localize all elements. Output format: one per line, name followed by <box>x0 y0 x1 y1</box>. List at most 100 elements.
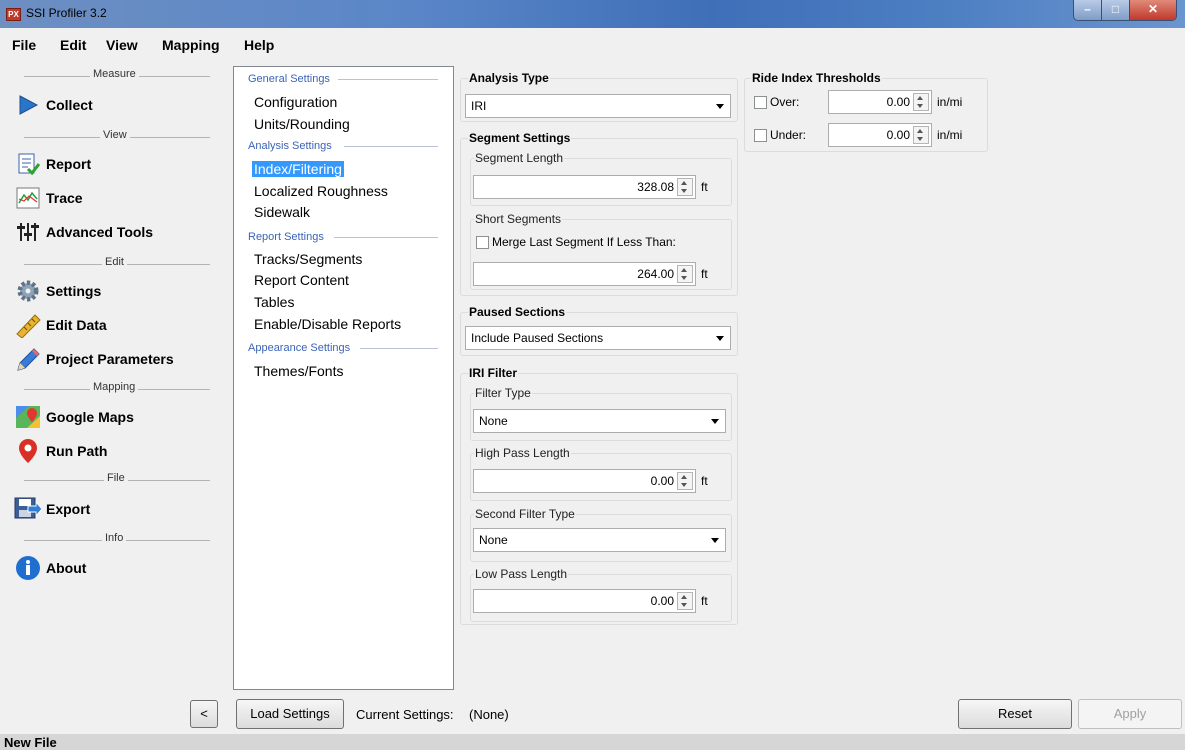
group-general-settings: General Settings <box>248 73 330 85</box>
window-controls: – □ ✕ <box>1073 0 1177 21</box>
segment-settings-title: Segment Settings <box>468 131 572 145</box>
nav-export[interactable]: Export <box>14 496 90 522</box>
over-threshold-input[interactable]: 0.00 <box>828 90 932 114</box>
section-mapping: Mapping <box>90 381 139 393</box>
nav-edit-data[interactable]: Edit Data <box>14 312 107 338</box>
analysis-type-value: IRI <box>471 99 487 113</box>
nav-collect[interactable]: Collect <box>14 92 93 118</box>
menu-edit[interactable]: Edit <box>60 37 86 53</box>
minimize-button[interactable]: – <box>1074 0 1102 20</box>
app-icon: PX <box>6 8 21 21</box>
second-filter-label: Second Filter Type <box>474 507 576 521</box>
chevron-down-icon <box>711 538 719 543</box>
group-appearance-settings: Appearance Settings <box>248 342 351 354</box>
current-settings-value: (None) <box>469 707 509 722</box>
section-file: File <box>104 472 128 484</box>
segment-length-input[interactable]: 328.08 <box>473 175 696 199</box>
pencil-icon <box>14 346 42 372</box>
menu-file[interactable]: File <box>12 37 36 53</box>
group-divider <box>360 348 438 349</box>
list-item-sidewalk[interactable]: Sidewalk <box>254 204 310 220</box>
high-pass-input[interactable]: 0.00 <box>473 469 696 493</box>
group-report-settings: Report Settings <box>248 231 324 243</box>
under-threshold-checkbox[interactable] <box>754 129 767 142</box>
nav-label: Advanced Tools <box>46 224 154 240</box>
nav-label: Edit Data <box>46 317 107 333</box>
spinner-arrows-icon[interactable] <box>677 265 693 283</box>
spinner-arrows-icon[interactable] <box>913 93 929 111</box>
spinner-arrows-icon[interactable] <box>677 592 693 610</box>
nav-run-path[interactable]: Run Path <box>14 438 107 464</box>
nav-label: Google Maps <box>46 409 134 425</box>
filter-type-dropdown[interactable]: None <box>473 409 726 433</box>
spinner-arrows-icon[interactable] <box>677 472 693 490</box>
spinner-arrows-icon[interactable] <box>677 178 693 196</box>
menu-help[interactable]: Help <box>244 37 274 53</box>
status-bar: New File <box>0 734 1185 750</box>
nav-report[interactable]: Report <box>14 151 91 177</box>
high-pass-value: 0.00 <box>650 474 674 488</box>
group-divider <box>338 79 438 80</box>
list-item-tracks-segments[interactable]: Tracks/Segments <box>254 251 362 267</box>
merge-segment-checkbox[interactable] <box>476 236 489 249</box>
ruler-icon <box>14 312 42 338</box>
low-pass-value: 0.00 <box>650 594 674 608</box>
trace-icon <box>14 185 42 211</box>
section-view: View <box>100 129 130 141</box>
merge-threshold-value: 264.00 <box>637 267 674 281</box>
analysis-type-dropdown[interactable]: IRI <box>465 94 731 118</box>
close-button[interactable]: ✕ <box>1130 0 1176 20</box>
nav-label: About <box>46 560 87 576</box>
apply-button[interactable]: Apply <box>1078 699 1182 729</box>
over-threshold-checkbox[interactable] <box>754 96 767 109</box>
menu-mapping[interactable]: Mapping <box>162 37 220 53</box>
low-pass-label: Low Pass Length <box>474 567 569 581</box>
list-item-index-filtering[interactable]: Index/Filtering <box>252 161 344 177</box>
map-icon <box>14 404 42 430</box>
menu-view[interactable]: View <box>106 37 138 53</box>
merge-threshold-unit: ft <box>701 267 708 281</box>
gear-icon <box>14 278 42 304</box>
current-settings-label: Current Settings: <box>356 707 454 722</box>
collapse-nav-button[interactable]: < <box>190 700 218 728</box>
list-item-tables[interactable]: Tables <box>254 294 294 310</box>
spinner-arrows-icon[interactable] <box>913 126 929 144</box>
group-analysis-settings: Analysis Settings <box>248 140 332 152</box>
list-item-report-content[interactable]: Report Content <box>254 272 349 288</box>
nav-trace[interactable]: Trace <box>14 185 83 211</box>
load-settings-button[interactable]: Load Settings <box>236 699 344 729</box>
nav-google-maps[interactable]: Google Maps <box>14 404 134 430</box>
report-icon <box>14 151 42 177</box>
paused-sections-dropdown[interactable]: Include Paused Sections <box>465 326 731 350</box>
nav-about[interactable]: About <box>14 555 86 581</box>
maximize-button[interactable]: □ <box>1102 0 1130 20</box>
nav-label: Run Path <box>46 443 108 459</box>
list-item-configuration[interactable]: Configuration <box>254 94 337 110</box>
over-threshold-unit: in/mi <box>937 95 963 109</box>
under-threshold-input[interactable]: 0.00 <box>828 123 932 147</box>
nav-label: Report <box>46 156 92 172</box>
short-segments-label: Short Segments <box>474 212 563 226</box>
low-pass-input[interactable]: 0.00 <box>473 589 696 613</box>
nav-project-parameters[interactable]: Project Parameters <box>14 346 174 372</box>
menu-bar: File Edit View Mapping Help <box>0 28 1185 58</box>
nav-advanced-tools[interactable]: Advanced Tools <box>14 219 153 245</box>
iri-filter-title: IRI Filter <box>468 366 519 380</box>
merge-threshold-input[interactable]: 264.00 <box>473 262 696 286</box>
nav-label: Trace <box>46 190 83 206</box>
list-item-units-rounding[interactable]: Units/Rounding <box>254 116 350 132</box>
list-item-localized-roughness[interactable]: Localized Roughness <box>254 183 388 199</box>
group-divider <box>334 237 438 238</box>
export-disk-icon <box>14 496 42 522</box>
nav-settings[interactable]: Settings <box>14 278 101 304</box>
second-filter-dropdown[interactable]: None <box>473 528 726 552</box>
sliders-icon <box>14 219 42 245</box>
ride-index-title: Ride Index Thresholds <box>751 71 882 85</box>
reset-button[interactable]: Reset <box>958 699 1072 729</box>
list-item-themes-fonts[interactable]: Themes/Fonts <box>254 363 343 379</box>
segment-length-value: 328.08 <box>637 180 674 194</box>
low-pass-unit: ft <box>701 594 708 608</box>
info-icon <box>14 555 42 581</box>
chevron-down-icon <box>716 336 724 341</box>
list-item-enable-disable-reports[interactable]: Enable/Disable Reports <box>254 316 401 332</box>
